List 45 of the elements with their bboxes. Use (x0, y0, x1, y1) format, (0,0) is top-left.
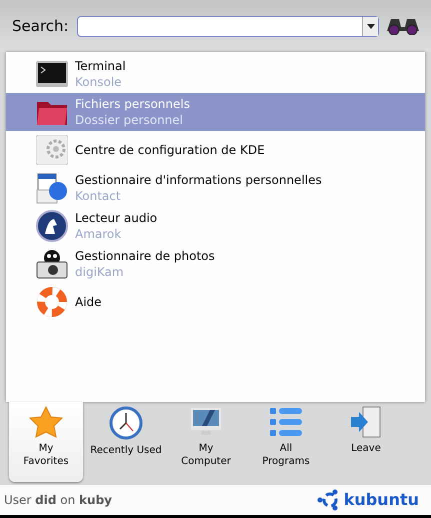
star-icon (29, 406, 63, 438)
menu-item[interactable]: Aide (6, 283, 425, 321)
search-field[interactable] (76, 16, 379, 36)
camera-icon (36, 248, 68, 280)
lifebuoy-icon (36, 286, 68, 318)
item-title: Gestionnaire de photos (75, 248, 215, 264)
clock-icon (109, 406, 143, 440)
wolf-icon (36, 210, 68, 242)
tab-label: Leave (350, 442, 382, 455)
menu-item[interactable]: Gestionnaire d'informations personnelles Kontact (6, 169, 425, 207)
monitor-icon (190, 406, 222, 438)
item-title: Terminal (75, 58, 126, 74)
tab-label: My Favorites (22, 442, 70, 468)
item-subtitle: Dossier personnel (75, 112, 184, 128)
brand-name: kubuntu (344, 489, 419, 511)
item-title: Gestionnaire d'informations personnelles (75, 172, 322, 188)
menu-item[interactable]: Centre de configuration de KDE (6, 131, 425, 169)
search-label: Search: (12, 16, 69, 37)
tab[interactable]: Recently Used (89, 402, 163, 482)
menu-item[interactable]: Lecteur audio Amarok (6, 207, 425, 245)
tab[interactable]: My Computer (169, 402, 243, 482)
item-subtitle: Kontact (75, 188, 122, 204)
tab[interactable]: Leave (329, 402, 403, 482)
tab-label: All Programs (261, 442, 311, 468)
tab-label: My Computer (180, 442, 232, 468)
binoculars-icon[interactable] (387, 16, 419, 36)
calendar-globe-icon (36, 172, 68, 204)
item-title: Centre de configuration de KDE (75, 142, 265, 158)
menu-item[interactable]: Terminal Konsole (6, 55, 425, 93)
list-icon (269, 406, 303, 438)
gear-icon (36, 135, 68, 165)
tab[interactable]: All Programs (249, 402, 323, 482)
item-title: Fichiers personnels (75, 96, 190, 112)
item-title: Aide (75, 294, 102, 310)
menu-item[interactable]: Gestionnaire de photos digiKam (6, 245, 425, 283)
tab[interactable]: My Favorites (9, 402, 83, 482)
tab-label: Recently Used (89, 444, 163, 457)
item-subtitle: digiKam (75, 264, 125, 280)
terminal-icon (36, 61, 68, 87)
item-subtitle: Amarok (75, 226, 122, 242)
user-host-text: User did on kuby (4, 492, 112, 509)
item-subtitle: Konsole (75, 74, 123, 90)
dropdown-caret-icon[interactable] (362, 16, 378, 36)
item-title: Lecteur audio (75, 210, 158, 226)
exit-door-icon (350, 406, 382, 438)
